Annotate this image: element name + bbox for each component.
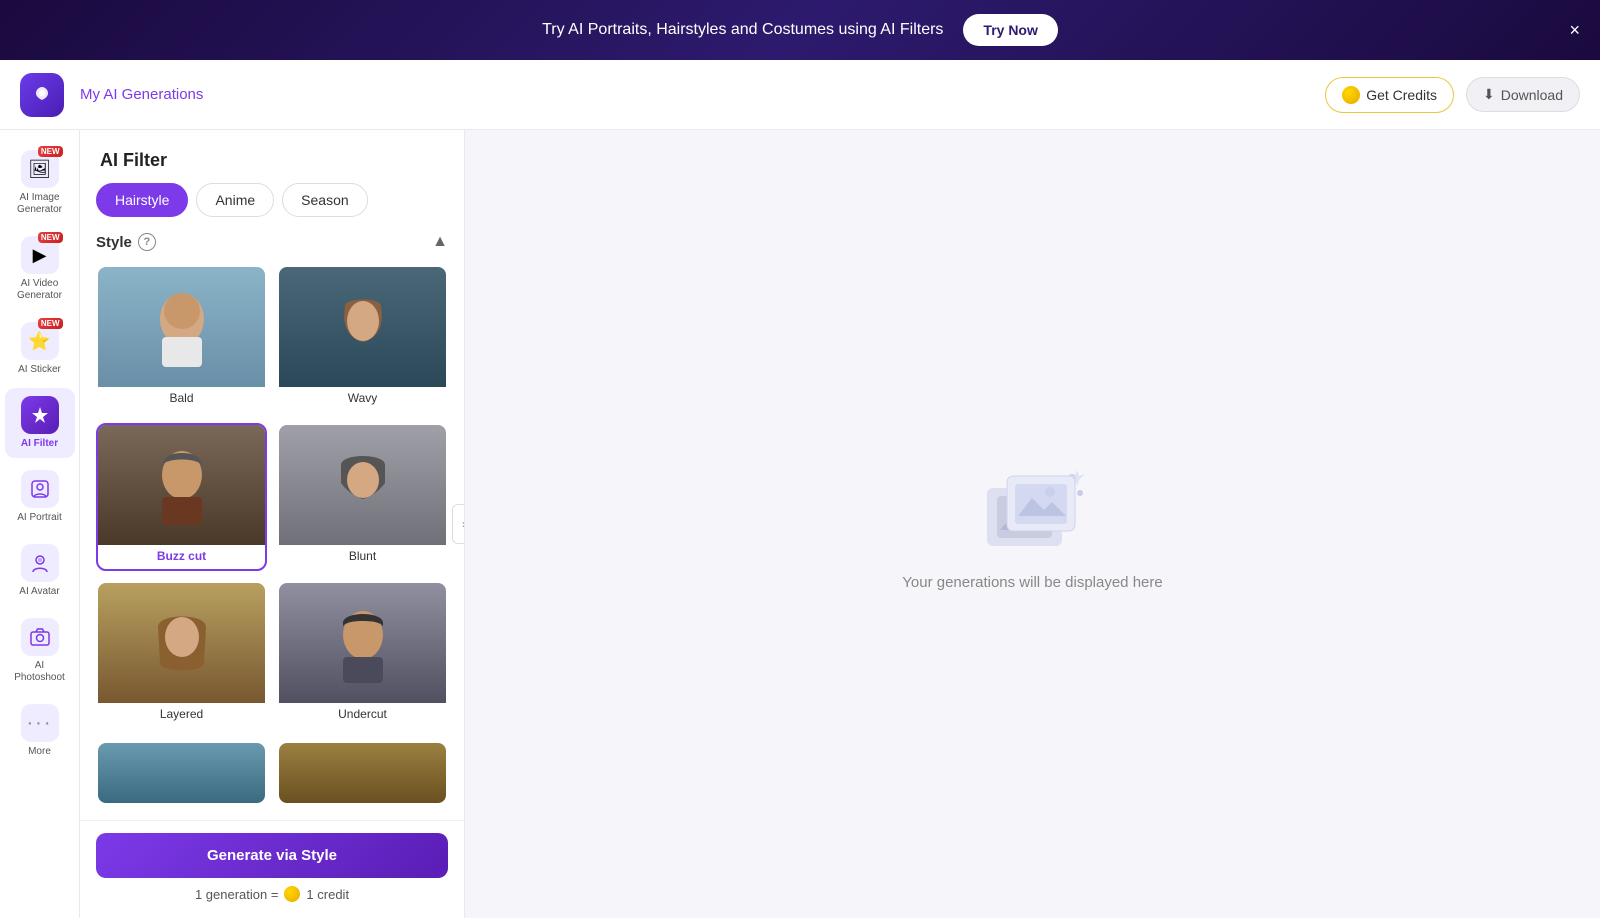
credit-coin-icon (284, 886, 300, 902)
layered-card-label: Layered (98, 703, 265, 727)
partial-card-image-1 (98, 743, 265, 803)
sidebar-item-ai-portrait[interactable]: AI Portrait (5, 462, 75, 532)
sidebar-item-ai-sticker[interactable]: ⭐ NEW AI Sticker (5, 314, 75, 384)
filter-panel-title: AI Filter (80, 130, 464, 183)
sidebar-item-ai-video-generator[interactable]: ▶ NEW AI Video Generator (5, 228, 75, 310)
style-section: Style ? ▲ Bald (80, 233, 464, 820)
style-card-buzz-cut[interactable]: Buzz cut (96, 423, 267, 571)
sidebar-item-label: More (28, 746, 51, 758)
more-icon: ··· (21, 704, 59, 742)
style-grid-partial (96, 741, 448, 805)
icon-sidebar: 🖼 NEW AI Image Generator ▶ NEW AI Video … (0, 130, 80, 918)
ai-photoshoot-icon (21, 618, 59, 656)
sidebar-item-label: AI Photoshoot (11, 660, 69, 684)
style-card-partial-1[interactable] (96, 741, 267, 805)
style-card-blunt[interactable]: Blunt (277, 423, 448, 571)
header-nav: My AI Generations (80, 86, 1325, 104)
banner-close-button[interactable]: × (1569, 20, 1580, 41)
ai-filter-icon (21, 396, 59, 434)
sidebar-item-ai-image-generator[interactable]: 🖼 NEW AI Image Generator (5, 142, 75, 224)
sidebar-item-label: AI Filter (21, 438, 58, 450)
style-label: Style ? (96, 233, 156, 251)
wavy-card-image (279, 267, 446, 387)
content-area: Your generations will be displayed here (465, 130, 1600, 918)
style-card-wavy[interactable]: Wavy (277, 265, 448, 413)
style-card-partial-2[interactable] (277, 741, 448, 805)
main-layout: 🖼 NEW AI Image Generator ▶ NEW AI Video … (0, 130, 1600, 918)
sidebar-item-ai-photoshoot[interactable]: AI Photoshoot (5, 610, 75, 692)
sidebar-item-ai-filter[interactable]: AI Filter (5, 388, 75, 458)
get-credits-button[interactable]: Get Credits (1325, 77, 1454, 113)
sidebar-item-more[interactable]: ··· More (5, 696, 75, 766)
generate-button[interactable]: Generate via Style (96, 833, 448, 878)
bald-card-image (98, 267, 265, 387)
empty-illustration: Your generations will be displayed here (902, 458, 1162, 591)
buzzcut-card-image (98, 425, 265, 545)
tab-season[interactable]: Season (282, 183, 367, 217)
wavy-card-label: Wavy (279, 387, 446, 411)
generate-area: Generate via Style 1 generation = 1 cred… (80, 820, 464, 918)
empty-state-icon (972, 458, 1092, 558)
partial-card-image-2 (279, 743, 446, 803)
style-header: Style ? ▲ (96, 233, 448, 251)
chevron-up-icon[interactable]: ▲ (432, 233, 448, 251)
download-button[interactable]: ⬇ Download (1466, 77, 1580, 112)
top-banner: Try AI Portraits, Hairstyles and Costume… (0, 0, 1600, 60)
bald-card-label: Bald (98, 387, 265, 411)
credit-info: 1 generation = 1 credit (96, 886, 448, 902)
style-card-undercut[interactable]: Undercut (277, 581, 448, 729)
layered-card-image (98, 583, 265, 703)
sidebar-item-label: AI Avatar (19, 586, 59, 598)
help-icon[interactable]: ? (138, 233, 156, 251)
credit-prefix: 1 generation = (195, 887, 278, 902)
ai-avatar-icon (21, 544, 59, 582)
app-logo (20, 73, 64, 117)
style-grid: Bald Wavy (96, 265, 448, 729)
tab-anime[interactable]: Anime (196, 183, 274, 217)
empty-state-text: Your generations will be displayed here (902, 574, 1162, 591)
blunt-card-image (279, 425, 446, 545)
ai-portrait-icon (21, 470, 59, 508)
ai-video-generator-icon: ▶ NEW (21, 236, 59, 274)
sidebar-item-ai-avatar[interactable]: AI Avatar (5, 536, 75, 606)
filter-panel: AI Filter Hairstyle Anime Season Style ?… (80, 130, 465, 918)
collapse-panel-button[interactable]: › (452, 504, 465, 544)
coin-icon (1342, 86, 1360, 104)
style-card-layered[interactable]: Layered (96, 581, 267, 729)
filter-tabs: Hairstyle Anime Season (80, 183, 464, 233)
ai-sticker-icon: ⭐ NEW (21, 322, 59, 360)
get-credits-label: Get Credits (1366, 87, 1437, 103)
my-ai-generations-link[interactable]: My AI Generations (80, 86, 203, 103)
sidebar-item-label: AI Sticker (18, 364, 61, 376)
sidebar-item-label: AI Image Generator (11, 192, 69, 216)
header-actions: Get Credits ⬇ Download (1325, 77, 1580, 113)
tab-hairstyle[interactable]: Hairstyle (96, 183, 188, 217)
undercut-card-image (279, 583, 446, 703)
buzzcut-card-label: Buzz cut (98, 545, 265, 569)
sidebar-item-label: AI Video Generator (11, 278, 69, 302)
credit-amount: 1 credit (306, 887, 349, 902)
style-card-bald[interactable]: Bald (96, 265, 267, 413)
ai-image-generator-icon: 🖼 NEW (21, 150, 59, 188)
undercut-card-label: Undercut (279, 703, 446, 727)
blunt-card-label: Blunt (279, 545, 446, 569)
header: My AI Generations Get Credits ⬇ Download (0, 60, 1600, 130)
sidebar-item-label: AI Portrait (17, 512, 61, 524)
banner-text: Try AI Portraits, Hairstyles and Costume… (542, 21, 943, 39)
banner-try-button[interactable]: Try Now (963, 14, 1057, 46)
download-label: Download (1501, 87, 1563, 103)
download-icon: ⬇ (1483, 86, 1495, 103)
